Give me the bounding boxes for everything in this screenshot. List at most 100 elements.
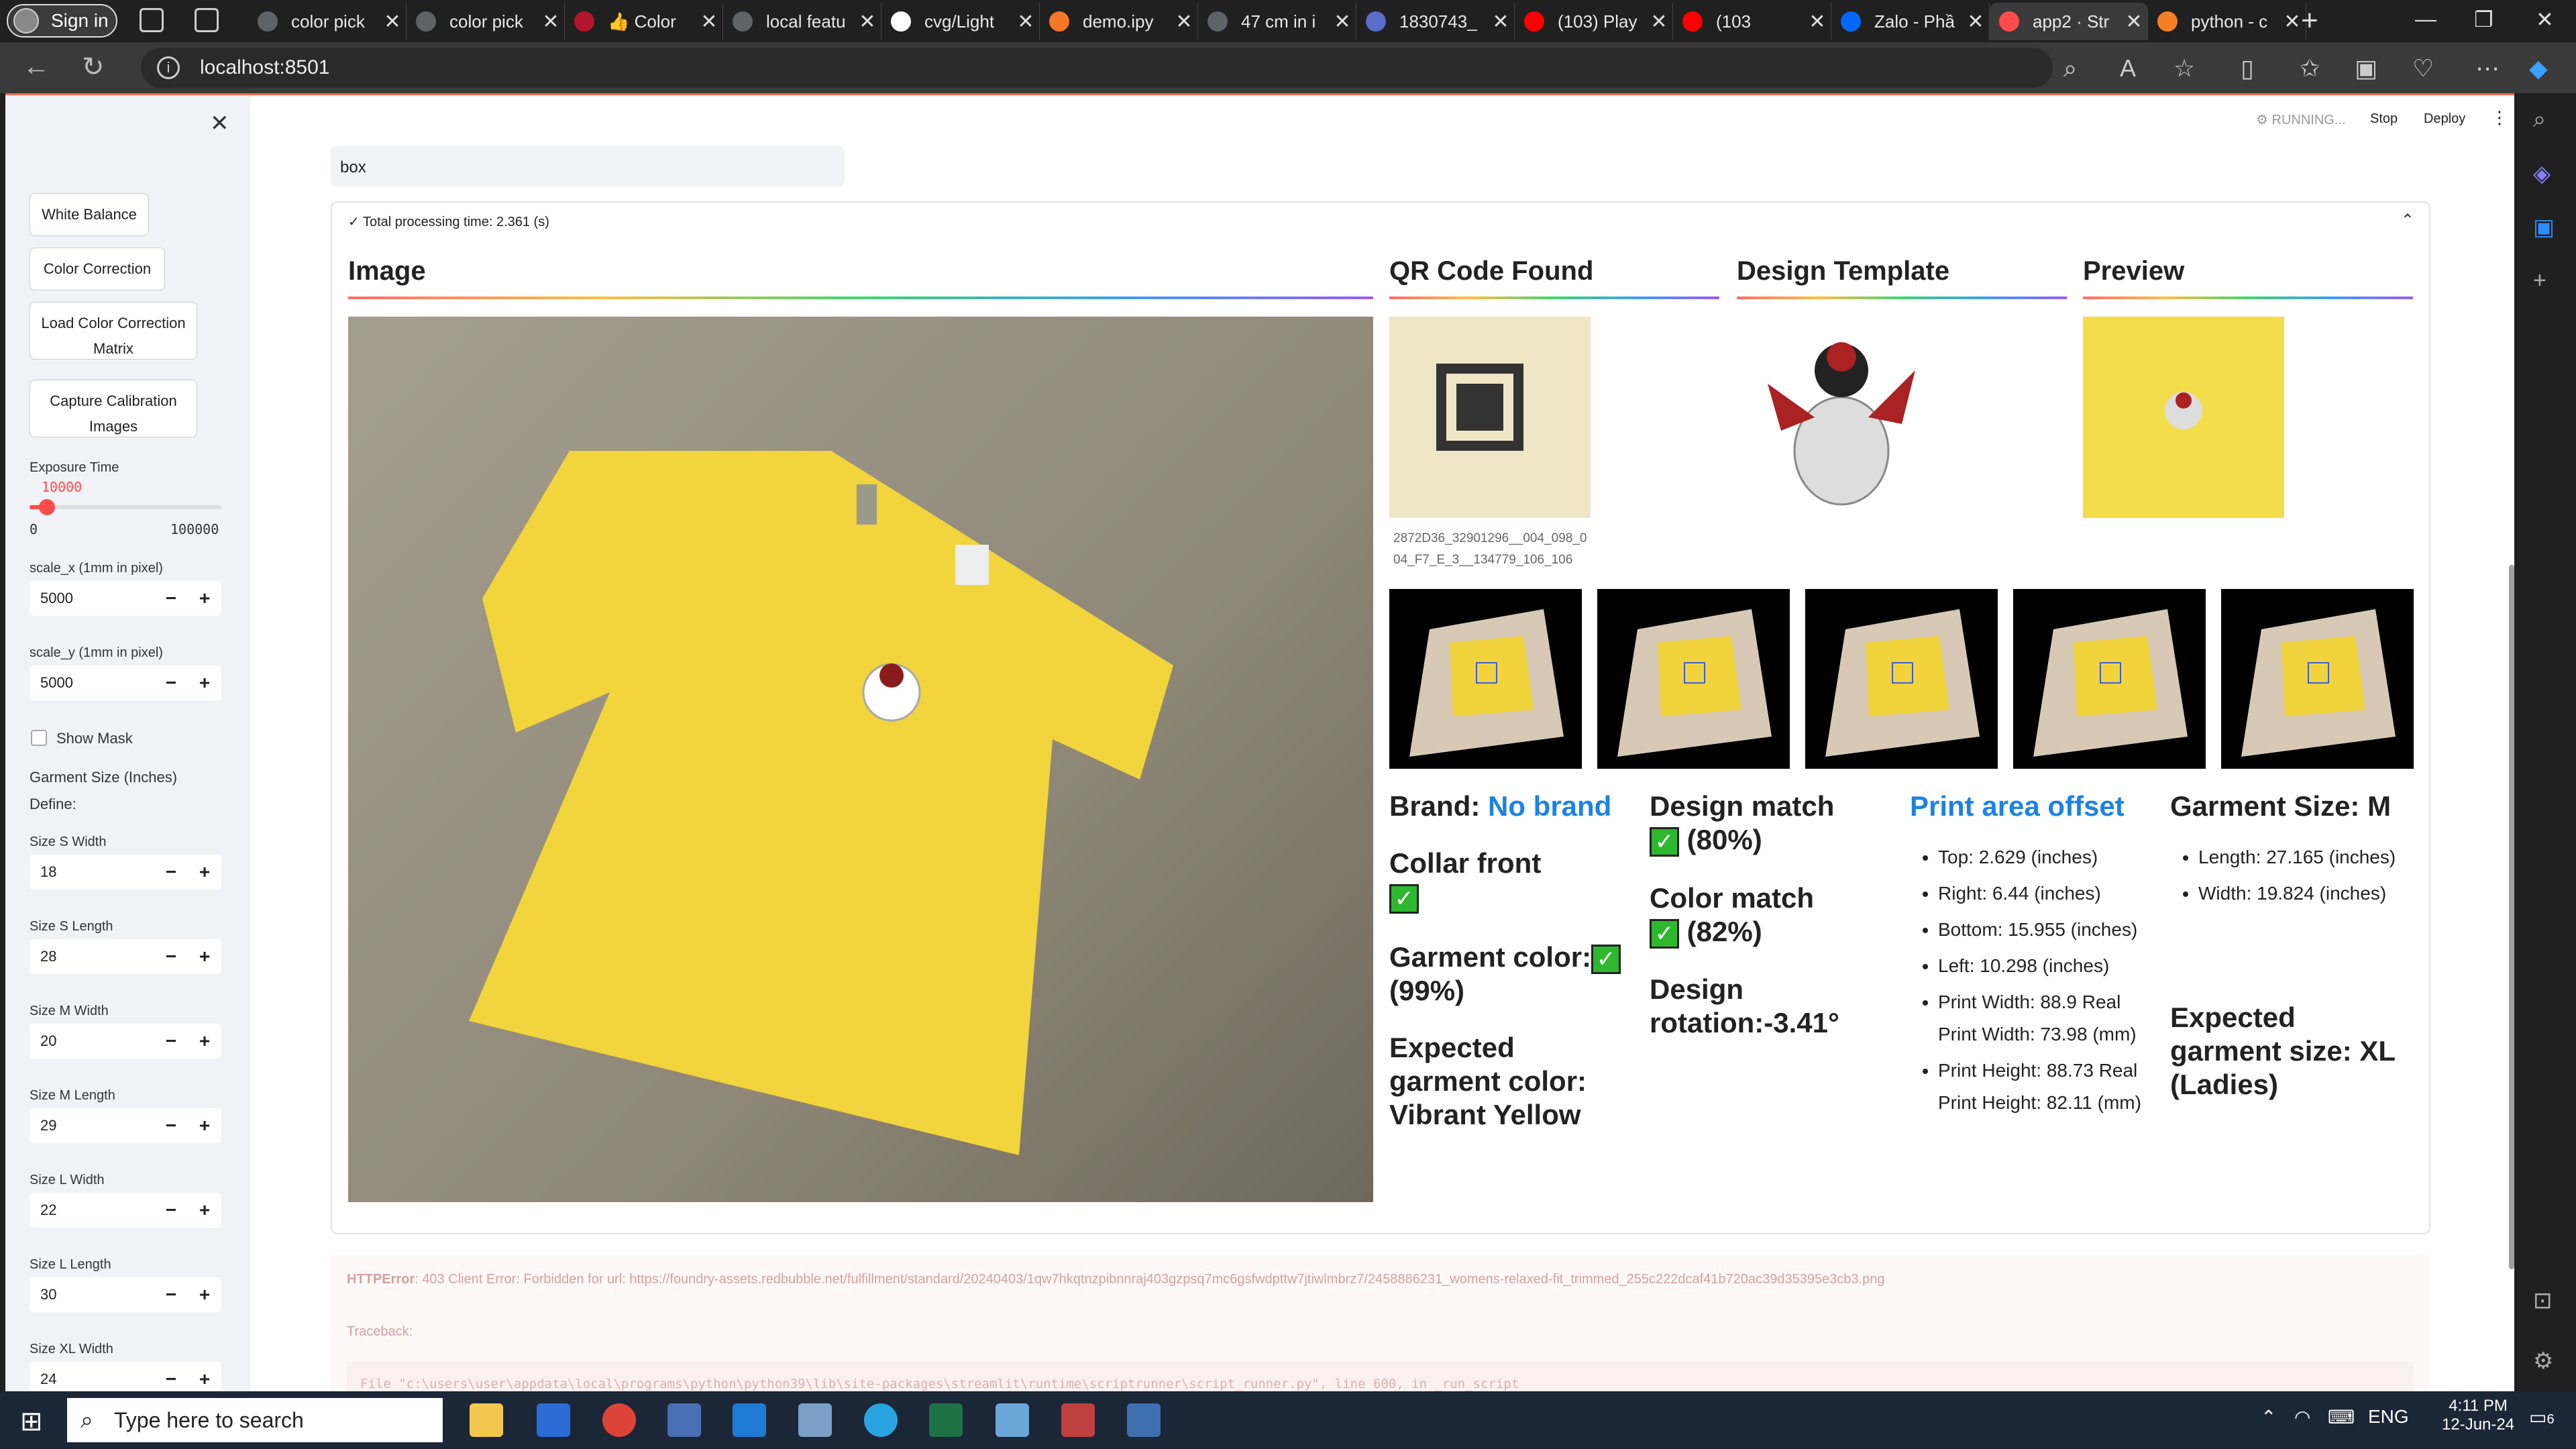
- chrome-icon[interactable]: [602, 1403, 636, 1437]
- decrement-button[interactable]: −: [154, 1030, 188, 1052]
- keyboard-icon[interactable]: ⌨: [2328, 1406, 2355, 1428]
- tab-close-icon[interactable]: ✕: [1962, 10, 1989, 34]
- size-input[interactable]: 30− +: [30, 1277, 221, 1312]
- back-icon[interactable]: ←: [23, 52, 50, 82]
- increment-button[interactable]: +: [188, 1284, 221, 1305]
- workspaces-icon[interactable]: [140, 8, 164, 32]
- vscode-icon[interactable]: [733, 1403, 766, 1437]
- decrement-button[interactable]: −: [154, 1284, 188, 1305]
- decrement-button[interactable]: −: [154, 861, 188, 883]
- file-explorer-icon[interactable]: [470, 1403, 503, 1437]
- tab-close-icon[interactable]: ✕: [1171, 10, 1197, 34]
- app-icon[interactable]: [798, 1403, 832, 1437]
- app-icon[interactable]: [667, 1403, 701, 1437]
- increment-button[interactable]: +: [188, 1368, 221, 1390]
- performance-icon[interactable]: ♡: [2412, 54, 2434, 83]
- increment-button[interactable]: +: [188, 672, 221, 694]
- decrement-button[interactable]: −: [154, 946, 188, 967]
- increment-button[interactable]: +: [188, 588, 221, 609]
- close-sidebar-icon[interactable]: ✕: [210, 110, 229, 137]
- language-indicator[interactable]: ENG: [2368, 1406, 2409, 1428]
- main-menu-icon[interactable]: ⋮: [2491, 107, 2508, 128]
- tab-close-icon[interactable]: ✕: [1487, 10, 1514, 34]
- increment-button[interactable]: +: [188, 1199, 221, 1221]
- browser-tab[interactable]: 👍 Color ✕: [565, 3, 723, 40]
- increment-button[interactable]: +: [188, 1115, 221, 1136]
- minimize-icon[interactable]: —: [2415, 7, 2436, 32]
- outlook-icon[interactable]: ▣: [2533, 214, 2555, 241]
- close-window-icon[interactable]: ✕: [2536, 7, 2554, 32]
- excel-icon[interactable]: [929, 1403, 963, 1437]
- favorites-icon[interactable]: ✩: [2300, 54, 2320, 83]
- load-ccm-button[interactable]: Load Color Correction Matrix: [30, 302, 197, 360]
- app-icon[interactable]: [996, 1403, 1029, 1437]
- zoom-icon[interactable]: ⌕: [2063, 54, 2077, 83]
- decrement-button[interactable]: −: [154, 1368, 188, 1390]
- increment-button[interactable]: +: [188, 861, 221, 883]
- browser-tab[interactable]: demo.ipy ✕: [1040, 3, 1198, 40]
- size-input[interactable]: 20− +: [30, 1024, 221, 1059]
- more-menu-icon[interactable]: ⋯: [2475, 54, 2500, 83]
- browser-tab[interactable]: (103) Play ✕: [1515, 3, 1673, 40]
- new-tab-icon[interactable]: +: [2301, 4, 2318, 38]
- calculator-icon[interactable]: [1127, 1403, 1161, 1437]
- browser-tab[interactable]: Zalo - Phầ ✕: [1831, 3, 1990, 40]
- browser-tab[interactable]: cvg/Light ✕: [881, 3, 1040, 40]
- taskbar-search[interactable]: ⌕ Type here to search: [67, 1398, 443, 1442]
- tray-chevron-icon[interactable]: ⌃: [2261, 1406, 2276, 1428]
- collapse-icon[interactable]: ⌃: [2401, 211, 2414, 230]
- decrement-button[interactable]: −: [154, 588, 188, 609]
- size-input[interactable]: 22− +: [30, 1193, 221, 1228]
- refresh-icon[interactable]: ↻: [82, 52, 105, 83]
- edge-icon[interactable]: [864, 1403, 898, 1437]
- store-icon[interactable]: [537, 1403, 570, 1437]
- app-icon[interactable]: [1061, 1403, 1095, 1437]
- decrement-button[interactable]: −: [154, 1115, 188, 1136]
- copilot-side-icon[interactable]: ◈: [2533, 160, 2551, 187]
- network-icon[interactable]: ◠: [2294, 1406, 2310, 1428]
- tab-close-icon[interactable]: ✕: [537, 10, 564, 34]
- tab-close-icon[interactable]: ✕: [1012, 10, 1039, 34]
- browser-tab[interactable]: 47 cm in i ✕: [1198, 3, 1356, 40]
- show-mask-checkbox[interactable]: [31, 730, 47, 746]
- settings-gear-icon[interactable]: ⚙: [2533, 1348, 2553, 1375]
- scale-y-input[interactable]: 5000− +: [30, 665, 221, 700]
- sign-in-button[interactable]: Sign in: [7, 4, 117, 38]
- clock[interactable]: 4:11 PM 12-Jun-24: [2442, 1397, 2514, 1434]
- collections-icon[interactable]: ▣: [2355, 54, 2377, 83]
- search-icon[interactable]: ⌕: [2533, 107, 2546, 133]
- browser-tab[interactable]: color pick ✕: [248, 3, 407, 40]
- browser-tab[interactable]: color pick ✕: [407, 3, 565, 40]
- tab-close-icon[interactable]: ✕: [379, 10, 406, 34]
- tab-close-icon[interactable]: ✕: [1646, 10, 1672, 34]
- scrollbar[interactable]: [2509, 565, 2514, 1269]
- color-correction-button[interactable]: Color Correction: [30, 248, 165, 290]
- size-input[interactable]: 18− +: [30, 855, 221, 890]
- deploy-button[interactable]: Deploy: [2424, 111, 2465, 127]
- windows-start-icon[interactable]: ⊞: [20, 1406, 43, 1437]
- size-input[interactable]: 24− +: [30, 1362, 221, 1391]
- decrement-button[interactable]: −: [154, 672, 188, 694]
- browser-tab[interactable]: app2 · Str ✕: [1990, 3, 2148, 40]
- expander-header[interactable]: ✓ Total processing time: 2.361 (s): [348, 213, 549, 230]
- stop-button[interactable]: Stop: [2370, 111, 2398, 127]
- size-input[interactable]: 29− +: [30, 1108, 221, 1143]
- tab-close-icon[interactable]: ✕: [854, 10, 881, 34]
- capture-calibration-button[interactable]: Capture Calibration Images: [30, 380, 197, 437]
- url-bar[interactable]: i localhost:8501: [141, 48, 2053, 88]
- browser-tab[interactable]: (103 ✕: [1673, 3, 1831, 40]
- add-icon[interactable]: +: [2533, 268, 2546, 294]
- split-screen-icon[interactable]: ▯: [2241, 54, 2254, 83]
- site-info-icon[interactable]: i: [157, 56, 180, 79]
- scale-x-input[interactable]: 5000− +: [30, 581, 221, 616]
- increment-button[interactable]: +: [188, 946, 221, 967]
- decrement-button[interactable]: −: [154, 1199, 188, 1221]
- favorite-star-icon[interactable]: ☆: [2174, 54, 2195, 83]
- slider-handle[interactable]: [39, 499, 55, 515]
- tab-close-icon[interactable]: ✕: [1329, 10, 1356, 34]
- text-input[interactable]: box: [331, 146, 845, 186]
- browser-tab[interactable]: local featu ✕: [723, 3, 881, 40]
- tab-actions-icon[interactable]: [195, 8, 219, 32]
- browser-tab[interactable]: python - c ✕: [2148, 3, 2306, 40]
- copilot-icon[interactable]: ◆: [2529, 54, 2548, 83]
